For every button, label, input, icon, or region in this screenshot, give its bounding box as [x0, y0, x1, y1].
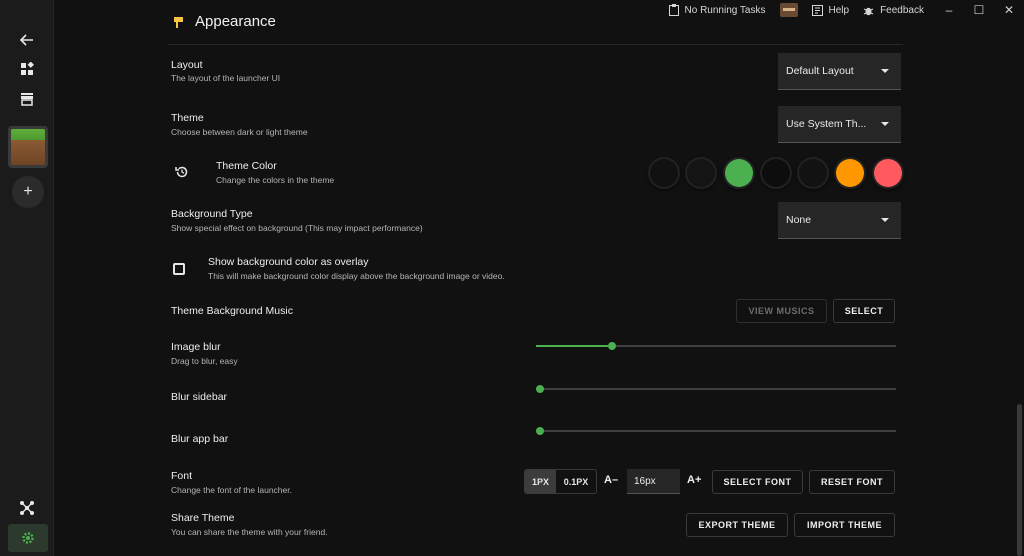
font-size-input[interactable]: 16px — [627, 469, 680, 494]
back-button[interactable] — [11, 24, 43, 56]
import-theme-button[interactable]: IMPORT THEME — [794, 513, 895, 537]
slider-thumb[interactable] — [608, 342, 616, 350]
share-label: Share Theme — [171, 512, 235, 524]
divider — [168, 44, 903, 45]
store-button[interactable] — [11, 83, 43, 115]
help-button[interactable]: Help — [811, 4, 850, 16]
history-reset-icon[interactable] — [175, 165, 189, 179]
reset-font-button[interactable]: RESET FONT — [809, 470, 895, 494]
page-title: Appearance — [172, 13, 276, 30]
theme-desc: Choose between dark or light theme — [171, 127, 308, 137]
blur-appbar-slider[interactable] — [536, 427, 896, 435]
theme-color-desc: Change the colors in the theme — [216, 175, 335, 185]
blur-appbar-label: Blur app bar — [171, 433, 229, 445]
widgets-icon — [21, 62, 34, 75]
overlay-label: Show background color as overlay — [208, 256, 369, 268]
help-label: Help — [828, 4, 850, 16]
caret-down-icon — [881, 218, 889, 222]
theme-select[interactable]: Use System Th... — [778, 106, 901, 143]
modpacks-button[interactable] — [11, 53, 43, 85]
font-desc: Change the font of the launcher. — [171, 485, 292, 495]
font-step-toggle: 1PX 0.1PX — [524, 469, 597, 494]
feedback-label: Feedback — [880, 4, 924, 16]
add-instance-button[interactable]: + — [12, 176, 44, 208]
settings-button[interactable] — [8, 524, 48, 552]
layout-desc: The layout of the launcher UI — [171, 73, 281, 83]
blur-sidebar-slider[interactable] — [536, 385, 896, 393]
tasks-label: No Running Tasks — [684, 4, 766, 16]
slider-fill — [536, 345, 608, 347]
help-book-icon — [811, 4, 823, 16]
color-swatch[interactable] — [725, 159, 753, 187]
store-icon — [21, 93, 33, 106]
color-swatch[interactable] — [836, 159, 864, 187]
theme-value: Use System Th... — [786, 118, 867, 130]
color-swatch[interactable] — [687, 159, 715, 187]
maximize-button[interactable]: ☐ — [964, 3, 994, 17]
clipboard-icon — [668, 4, 679, 16]
color-swatch[interactable] — [762, 159, 790, 187]
step-0-1px-option[interactable]: 0.1PX — [556, 470, 596, 493]
caret-down-icon — [881, 69, 889, 73]
tasks-indicator[interactable]: No Running Tasks — [668, 4, 766, 16]
view-musics-button[interactable]: VIEW MUSICS — [736, 299, 827, 323]
mods-button[interactable] — [11, 492, 43, 524]
background-type-label: Background Type — [171, 208, 253, 220]
font-size-value: 16px — [634, 475, 656, 487]
close-button[interactable]: ✕ — [994, 3, 1024, 17]
plus-icon: + — [23, 183, 33, 200]
arrow-left-icon — [20, 34, 33, 46]
image-blur-label: Image blur — [171, 341, 221, 353]
blur-sidebar-label: Blur sidebar — [171, 391, 228, 403]
asterisk-nodes-icon — [20, 501, 34, 515]
font-label: Font — [171, 470, 193, 482]
overlay-desc: This will make background color display … — [208, 271, 505, 281]
slider-thumb[interactable] — [536, 385, 544, 393]
music-label: Theme Background Music — [171, 305, 293, 317]
color-swatch[interactable] — [799, 159, 827, 187]
export-theme-button[interactable]: EXPORT THEME — [686, 513, 788, 537]
color-swatch[interactable] — [650, 159, 678, 187]
color-swatch[interactable] — [874, 159, 902, 187]
bug-icon — [863, 7, 874, 15]
increase-font-button[interactable]: A+ — [687, 474, 701, 486]
layout-label: Layout — [171, 59, 203, 71]
layout-value: Default Layout — [786, 65, 854, 77]
minimize-button[interactable]: – — [934, 3, 964, 17]
image-blur-desc: Drag to blur, easy — [171, 356, 238, 366]
gear-icon — [22, 532, 34, 544]
slider-thumb[interactable] — [536, 427, 544, 435]
avatar[interactable] — [779, 3, 798, 17]
decrease-font-button[interactable]: A– — [604, 474, 618, 486]
scrollbar[interactable] — [1017, 404, 1022, 556]
share-desc: You can share the theme with your friend… — [171, 527, 328, 537]
background-type-value: None — [786, 214, 812, 226]
step-1px-option[interactable]: 1PX — [525, 470, 556, 493]
background-type-select[interactable]: None — [778, 202, 901, 239]
paint-icon — [174, 16, 183, 28]
instance-grass-block[interactable] — [8, 126, 48, 168]
layout-select[interactable]: Default Layout — [778, 53, 901, 90]
caret-down-icon — [881, 122, 889, 126]
page-title-text: Appearance — [195, 13, 276, 30]
feedback-button[interactable]: Feedback — [863, 5, 924, 16]
select-font-button[interactable]: SELECT FONT — [712, 470, 803, 494]
select-music-button[interactable]: SELECT — [833, 299, 895, 323]
sidebar: + — [0, 0, 54, 556]
background-type-desc: Show special effect on background (This … — [171, 223, 423, 233]
theme-label: Theme — [171, 112, 204, 124]
image-blur-slider[interactable] — [536, 342, 896, 350]
grass-block-icon — [11, 129, 45, 165]
theme-color-label: Theme Color — [216, 160, 277, 172]
overlay-checkbox[interactable] — [173, 263, 185, 275]
